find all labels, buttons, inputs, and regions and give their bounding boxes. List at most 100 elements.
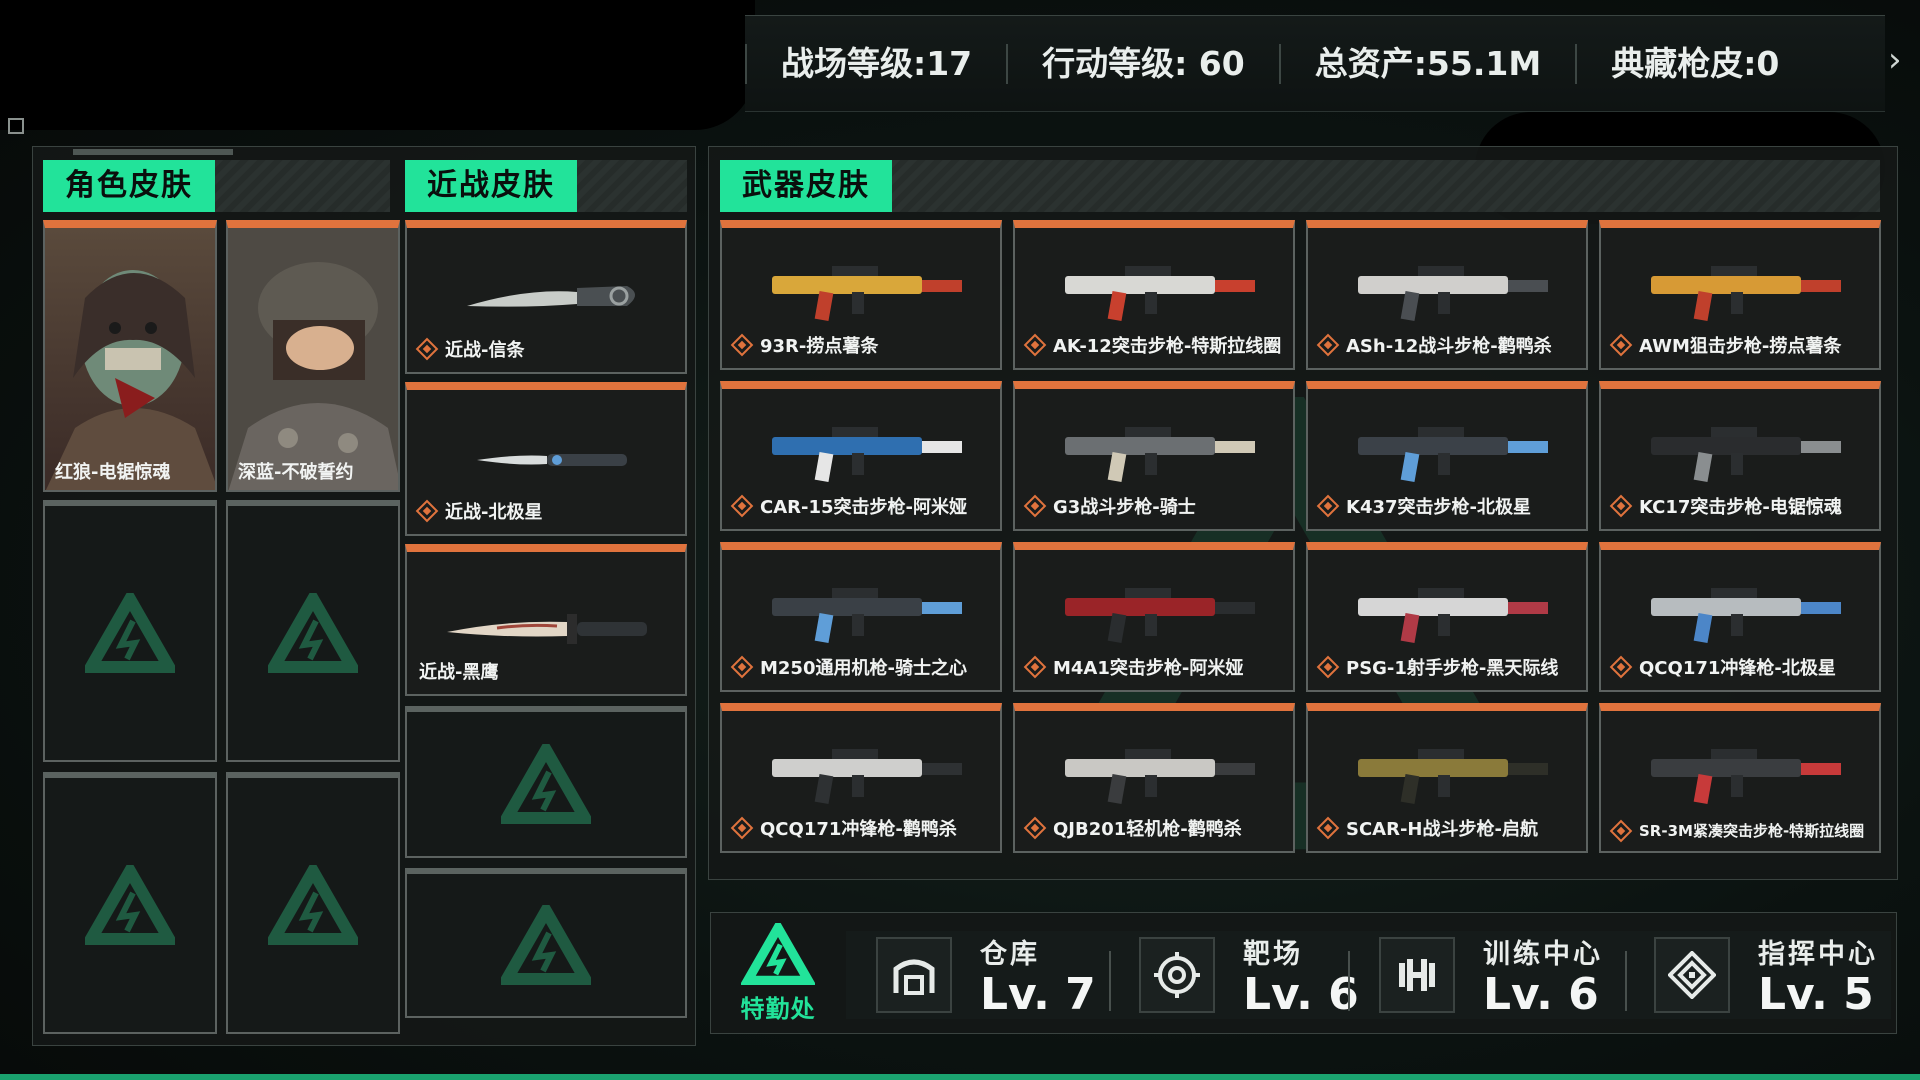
character-skins-header[interactable]: 角色皮肤 [43,160,390,212]
weapon-skin-card[interactable]: 93R-捞点薯条 [720,220,1002,370]
melee-skin-card[interactable]: 近战-信条 [405,220,687,374]
empty-skin-slot[interactable] [405,706,687,858]
facility-name: 仓库 [980,938,1040,970]
logo-watermark-icon [85,865,175,945]
empty-skin-slot[interactable] [43,772,217,1034]
skin-name: K437突击步枪-北极星 [1316,493,1531,519]
rarity-icon [1316,655,1340,679]
facility-level: Lv. 6 [1243,968,1359,1020]
rarity-icon [415,337,439,361]
weapon-image [1065,749,1255,805]
facility-name: 指挥中心 [1758,938,1878,970]
empty-skin-slot[interactable] [43,500,217,762]
skin-name-text: CAR-15突击步枪-阿米娅 [760,497,967,518]
weapon-skin-card[interactable]: G3战斗步枪-骑士 [1013,381,1295,531]
weapon-skin-card[interactable]: SR-3M紧凑突击步枪-特斯拉线圈 [1599,703,1881,853]
empty-skin-slot[interactable] [226,500,400,762]
empty-skin-slot[interactable] [226,772,400,1034]
weapon-image [1651,588,1841,644]
rarity-icon [415,499,439,523]
knife-image [447,614,647,644]
skin-name-text: M4A1突击步枪-阿米娅 [1053,658,1244,679]
skin-name: 93R-捞点薯条 [730,332,879,358]
skin-name: QJB201轻机枪-鹳鸭杀 [1023,815,1242,841]
rarity-icon [730,333,754,357]
header-pattern [215,160,390,212]
melee-skin-card[interactable]: 近战-北极星 [405,382,687,536]
empty-skin-slot[interactable] [405,868,687,1018]
skin-name-text: G3战斗步枪-骑士 [1053,497,1196,518]
facility-level: Lv. 7 [980,968,1096,1020]
weapon-skin-card[interactable]: QCQ171冲锋枪-鹳鸭杀 [720,703,1002,853]
character-skin-card[interactable]: 深蓝-不破誓约 [226,220,400,492]
weapon-skin-card[interactable]: ASh-12战斗步枪-鹳鸭杀 [1306,220,1588,370]
skin-name-text: AWM狙击步枪-捞点薯条 [1639,336,1842,357]
warehouse-icon [876,937,952,1013]
logo-watermark-icon [268,593,358,673]
base-logo[interactable]: 特勤处 [733,918,823,1023]
chevron-right-icon[interactable]: › [1888,40,1902,80]
bottom-accent-line [0,1074,1920,1080]
skin-name-text: QCQ171冲锋枪-北极星 [1639,658,1836,679]
melee-skins-header[interactable]: 近战皮肤 [405,160,687,212]
weapon-image [1651,749,1841,805]
weapon-skin-card[interactable]: K437突击步枪-北极星 [1306,381,1588,531]
weapon-skin-card[interactable]: AWM狙击步枪-捞点薯条 [1599,220,1881,370]
weapon-image [1065,427,1255,483]
skin-name: KC17突击步枪-电锯惊魂 [1609,493,1842,519]
weapon-skin-card[interactable]: QCQ171冲锋枪-北极星 [1599,542,1881,692]
rarity-icon [730,655,754,679]
battlefield-level-stat: 战场等级:17 [745,43,1006,84]
weapon-skin-card[interactable]: AK-12突击步枪-特斯拉线圈 [1013,220,1295,370]
facility-training-center[interactable]: 训练中心 Lv. 6 [1379,933,1603,1020]
logo-watermark-icon [268,865,358,945]
facility-name: 训练中心 [1483,938,1603,970]
skin-name: 红狼-电锯惊魂 [55,462,171,483]
header-pattern [577,160,687,212]
weapon-skin-card[interactable]: QJB201轻机枪-鹳鸭杀 [1013,703,1295,853]
facility-command-center[interactable]: 指挥中心 Lv. 5 [1654,933,1878,1018]
skin-name-text: QCQ171冲锋枪-鹳鸭杀 [760,819,957,840]
weapon-skin-card[interactable]: CAR-15突击步枪-阿米娅 [720,381,1002,531]
skin-name: QCQ171冲锋枪-北极星 [1609,654,1836,680]
command-icon [1654,937,1730,1013]
total-assets-stat: 总资产:55.1M [1278,43,1575,84]
melee-skins-title: 近战皮肤 [405,160,577,212]
skin-name: SCAR-H战斗步枪-启航 [1316,815,1538,841]
facility-shooting-range[interactable]: 靶场 Lv. 6 [1139,933,1359,1020]
weapon-image [1065,588,1255,644]
rarity-icon [1316,816,1340,840]
rarity-icon [1023,655,1047,679]
panel-top-line [73,149,233,155]
weapon-skin-card[interactable]: M4A1突击步枪-阿米娅 [1013,542,1295,692]
skin-name: 深蓝-不破誓约 [238,462,354,483]
skin-name: 近战-北极星 [415,498,542,524]
facility-level: Lv. 6 [1483,968,1599,1020]
weapon-skin-card[interactable]: KC17突击步枪-电锯惊魂 [1599,381,1881,531]
skin-name: QCQ171冲锋枪-鹳鸭杀 [730,815,957,841]
weapon-image [1358,749,1548,805]
weapon-skin-card[interactable]: PSG-1射手步枪-黑天际线 [1306,542,1588,692]
skin-name: 近战-黑鹰 [419,658,498,684]
weapon-skins-title: 武器皮肤 [720,160,892,212]
logo-watermark-icon [501,744,591,824]
rarity-icon [1023,494,1047,518]
skin-name-text: 93R-捞点薯条 [760,336,879,357]
dumbbell-icon [1379,937,1455,1013]
collection-skins-stat: 典藏枪皮:0 [1575,43,1813,84]
knife-image [467,286,635,307]
skin-name-text: ASh-12战斗步枪-鹳鸭杀 [1346,336,1552,357]
special-ops-logo-icon [739,918,817,985]
weapon-skin-card[interactable]: SCAR-H战斗步枪-启航 [1306,703,1588,853]
weapon-skin-card[interactable]: M250通用机枪-骑士之心 [720,542,1002,692]
melee-skin-card[interactable]: 近战-黑鹰 [405,544,687,696]
weapon-skins-header[interactable]: 武器皮肤 [720,160,1880,212]
skin-name: G3战斗步枪-骑士 [1023,493,1196,519]
skin-name-text: AK-12突击步枪-特斯拉线圈 [1053,336,1282,357]
character-skin-card[interactable]: 红狼-电锯惊魂 [43,220,217,492]
logo-watermark-icon [85,593,175,673]
facility-warehouse[interactable]: 仓库 Lv. 7 [876,933,1096,1020]
rarity-icon [1609,494,1633,518]
skin-name-text: 近战-信条 [445,340,525,361]
operation-level-stat: 行动等级: 60 [1006,43,1279,84]
